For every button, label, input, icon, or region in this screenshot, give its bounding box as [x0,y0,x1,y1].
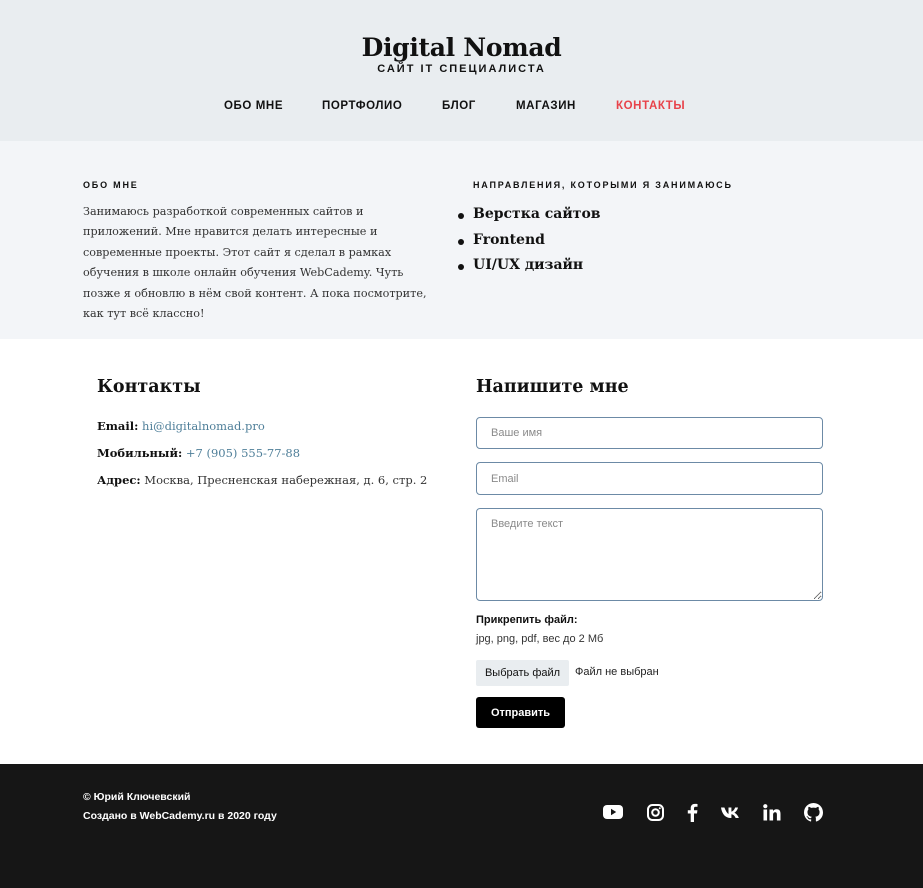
linkedin-icon[interactable] [762,802,782,822]
about-text: Занимаюсь разработкой современных сайтов… [83,205,427,321]
directions-heading: НАПРАВЛЕНИЯ, КОТОРЫМИ Я ЗАНИМАЮСЬ [473,180,733,190]
vk-icon[interactable] [720,802,742,822]
contact-address: Адрес: Москва, Пресненская набережная, д… [97,473,427,487]
youtube-icon[interactable] [603,802,623,822]
directions-list: Верстка сайтов Frontend UI/UX дизайн [458,202,601,279]
nav-item-about[interactable]: ОБО МНЕ [224,100,283,112]
nav-item-contacts[interactable]: КОНТАКТЫ [616,100,685,112]
message-textarea[interactable] [476,508,823,601]
email-link[interactable]: hi@digitalnomad.pro [142,419,265,433]
attach-label: Прикрепить файл: [476,614,578,626]
contact-phone: Мобильный: +7 (905) 555-77-88 [97,446,300,460]
instagram-icon[interactable] [645,802,665,822]
github-icon[interactable] [803,802,823,822]
email-label: Email: [97,419,139,433]
contact-email: Email: hi@digitalnomad.pro [97,419,265,433]
about-heading: ОБО МНЕ [83,180,139,190]
address-label: Адрес: [97,473,141,487]
nav-item-shop[interactable]: МАГАЗИН [516,100,576,112]
address-value: Москва, Пресненская набережная, д. 6, ст… [144,473,428,487]
facebook-icon[interactable] [682,802,702,822]
phone-label: Мобильный: [97,446,183,460]
attach-hint: jpg, png, pdf, вес до 2 Мб [476,633,604,645]
list-item: Верстка сайтов [458,202,601,228]
site-header: Digital Nomad САЙТ IT СПЕЦИАЛИСТА ОБО МН… [0,0,923,141]
site-tagline: САЙТ IT СПЕЦИАЛИСТА [377,63,546,75]
contacts-title: Контакты [97,377,201,397]
nav-item-blog[interactable]: БЛОГ [442,100,476,112]
list-item: UI/UX дизайн [458,253,601,279]
footer-created: Создано в WebCademy.ru в 2020 году [83,810,277,822]
email-field[interactable] [476,462,823,495]
about-section: ОБО МНЕ Занимаюсь разработкой современны… [0,141,923,339]
form-title: Напишите мне [476,377,629,397]
site-logo[interactable]: Digital Nomad [0,33,923,62]
name-input[interactable] [476,417,823,449]
site-footer: © Юрий Ключевский Создано в WebCademy.ru… [0,764,923,888]
list-item: Frontend [458,228,601,254]
submit-button[interactable]: Отправить [476,697,565,728]
footer-copyright: © Юрий Ключевский [83,791,191,803]
choose-file-button[interactable]: Выбрать файл [476,660,569,686]
phone-link[interactable]: +7 (905) 555-77-88 [186,446,300,460]
file-status: Файл не выбран [575,666,659,678]
main-nav: ОБО МНЕ ПОРТФОЛИО БЛОГ МАГАЗИН КОНТАКТЫ [0,100,923,116]
nav-item-portfolio[interactable]: ПОРТФОЛИО [322,100,402,112]
